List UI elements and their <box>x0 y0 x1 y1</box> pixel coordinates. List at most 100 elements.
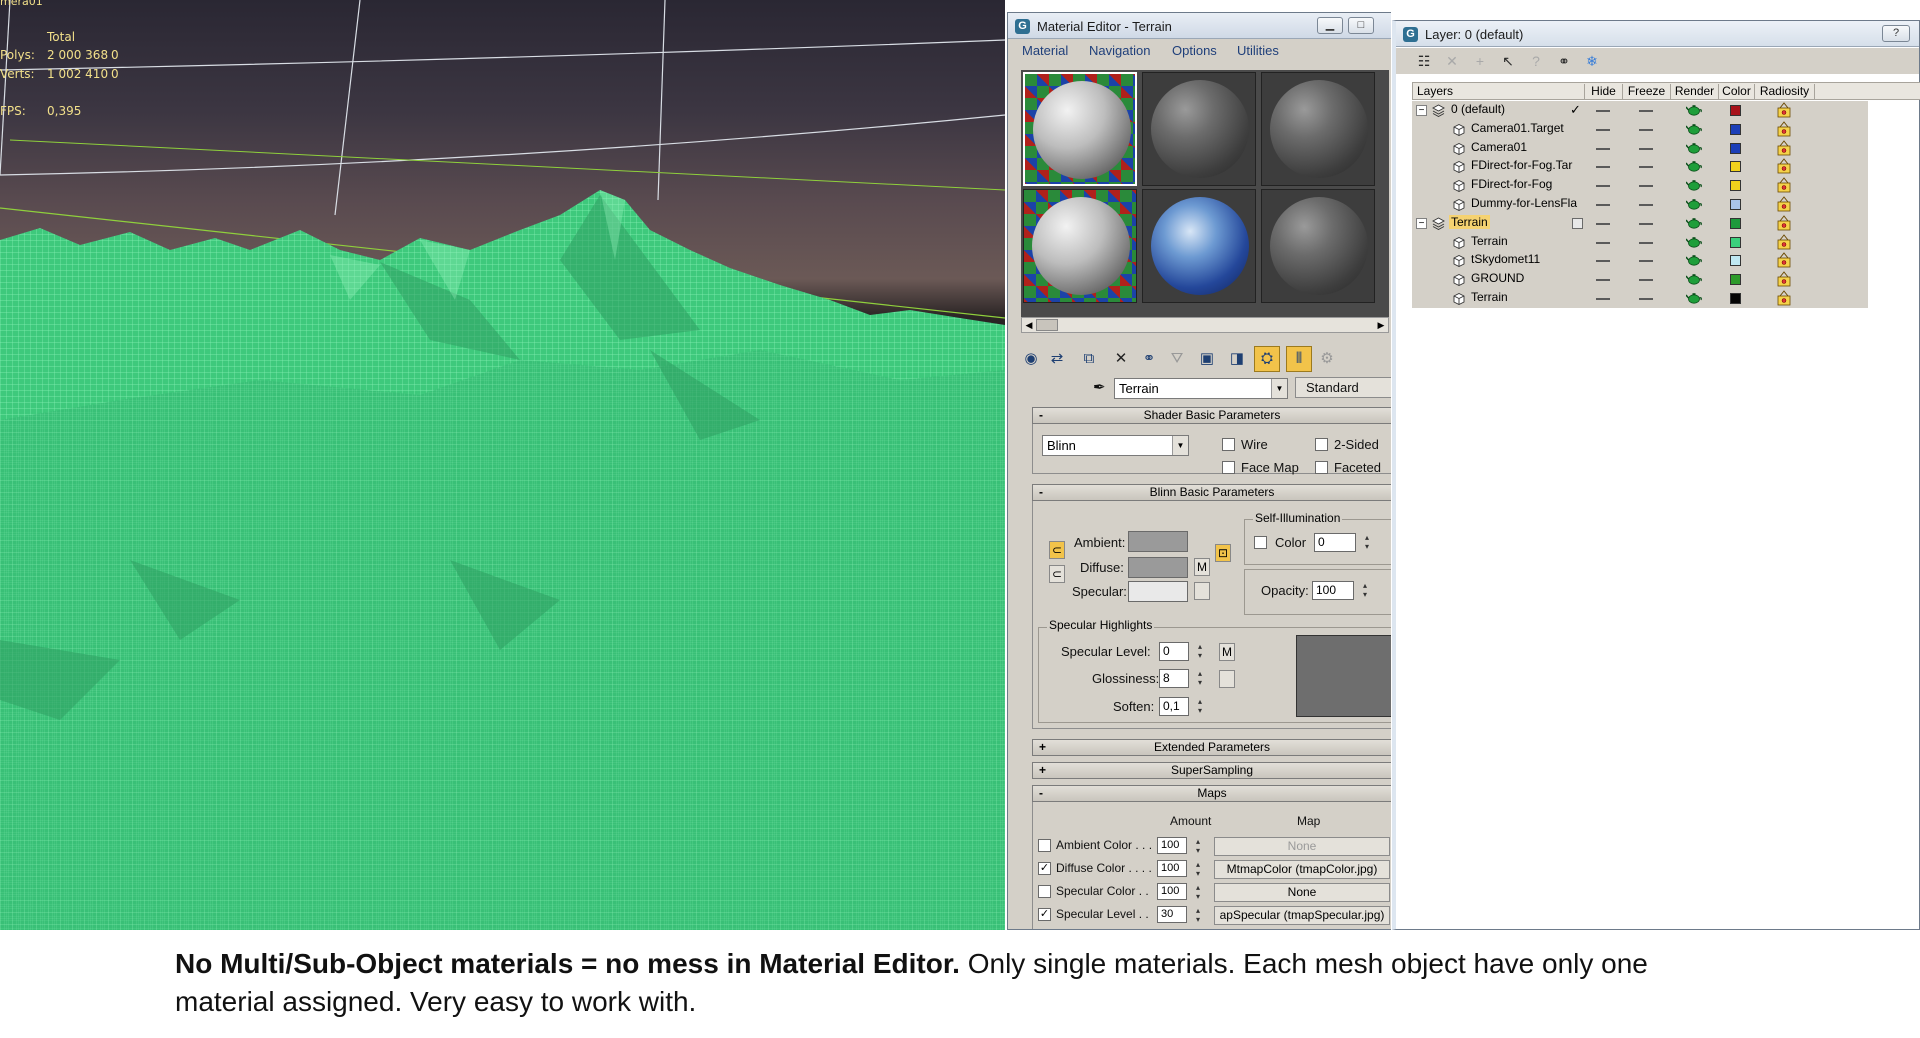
layer-object-row[interactable]: Terrain <box>1412 232 1868 252</box>
layer-row[interactable]: − 0 (default) ✓ <box>1412 101 1868 120</box>
wire-checkbox[interactable] <box>1222 438 1235 451</box>
teapot-icon[interactable] <box>1685 197 1702 210</box>
freeze-toggle[interactable] <box>1639 241 1653 244</box>
col-color[interactable]: Color <box>1719 84 1755 100</box>
hide-toggle[interactable] <box>1596 185 1610 188</box>
layer-name[interactable]: tSkydomet11 <box>1469 252 1542 266</box>
self-illum-spinner[interactable]: 0 <box>1314 533 1369 552</box>
teapot-icon[interactable] <box>1685 178 1702 191</box>
freeze-toggle[interactable] <box>1639 166 1653 169</box>
collapse-icon[interactable]: − <box>1416 105 1427 116</box>
layer-object-row[interactable]: Dummy-for-LensFla <box>1412 195 1868 214</box>
slots-scrollbar[interactable]: ◀ ▶ <box>1021 317 1389 333</box>
layer-object-row[interactable]: tSkydomet11 <box>1412 251 1868 271</box>
chevron-down-icon[interactable]: ▼ <box>1172 436 1188 455</box>
lock-specular-icon[interactable]: ⊂ <box>1049 565 1065 583</box>
diffuse-map-button[interactable]: M <box>1194 558 1210 576</box>
map-amount-spinner[interactable]: 100 <box>1157 883 1200 901</box>
layer-color-swatch[interactable] <box>1730 161 1741 173</box>
layer-name[interactable]: Terrain <box>1449 214 1490 229</box>
map-button[interactable]: None <box>1214 837 1390 856</box>
col-radiosity[interactable]: Radiosity <box>1755 84 1815 100</box>
layer-color-swatch[interactable] <box>1730 180 1741 192</box>
col-render[interactable]: Render <box>1671 84 1719 100</box>
freeze-toggle[interactable] <box>1639 222 1653 225</box>
pick-material-icon[interactable]: ✒ <box>1093 378 1106 396</box>
shader-rollout-header[interactable]: - Shader Basic Parameters <box>1032 407 1391 424</box>
self-illum-color-checkbox[interactable] <box>1254 536 1267 549</box>
layer-color-swatch[interactable] <box>1730 142 1741 154</box>
freeze-all-icon[interactable]: ❄ <box>1582 51 1602 71</box>
map-amount-spinner[interactable]: 30 <box>1157 906 1200 924</box>
create-layer-icon[interactable]: ☷ <box>1414 51 1434 71</box>
layer-color-swatch[interactable] <box>1730 105 1741 116</box>
layer-name[interactable]: 0 (default) <box>1449 102 1507 116</box>
map-enable-checkbox[interactable] <box>1038 839 1051 852</box>
radiosity-icon[interactable] <box>1776 252 1792 268</box>
freeze-toggle[interactable] <box>1639 128 1653 131</box>
soften-spinner[interactable]: 0,1 <box>1159 697 1202 716</box>
col-hide[interactable]: Hide <box>1585 84 1623 100</box>
delete-layer-icon[interactable]: ✕ <box>1442 51 1462 71</box>
hide-toggle[interactable] <box>1596 110 1610 112</box>
delete-icon[interactable]: ✕ <box>1108 346 1134 372</box>
hide-all-icon[interactable]: ⚭ <box>1554 51 1574 71</box>
col-freeze[interactable]: Freeze <box>1623 84 1671 100</box>
menu-utilities[interactable]: Utilities <box>1237 43 1279 58</box>
minimize-button[interactable]: ▁ <box>1317 17 1343 34</box>
hide-toggle[interactable] <box>1596 166 1610 169</box>
material-effects-icon[interactable]: ▣ <box>1194 346 1220 372</box>
teapot-icon[interactable] <box>1685 141 1702 154</box>
layer-name[interactable]: GROUND <box>1469 271 1526 285</box>
radiosity-icon[interactable] <box>1776 102 1792 118</box>
highlight-icon[interactable]: ? <box>1526 51 1546 71</box>
put-to-library-icon[interactable]: ⛛ <box>1164 346 1190 372</box>
lock-icon[interactable]: ⊡ <box>1215 544 1231 562</box>
radiosity-icon[interactable] <box>1776 120 1792 137</box>
opacity-spinner[interactable]: 100 <box>1312 581 1367 600</box>
teapot-icon[interactable] <box>1685 235 1702 248</box>
material-editor-titlebar[interactable]: G Material Editor - Terrain ▁ □ <box>1008 13 1391 39</box>
hide-toggle[interactable] <box>1596 241 1610 244</box>
teapot-icon[interactable] <box>1685 159 1702 172</box>
perspective-viewport[interactable]: mera01 Total Polys: 2 000 368 0 Verts: 1… <box>0 0 1005 930</box>
radiosity-icon[interactable] <box>1776 233 1792 250</box>
layer-name[interactable]: Terrain <box>1469 234 1510 248</box>
freeze-toggle[interactable] <box>1639 185 1653 188</box>
glossiness-spinner[interactable]: 8 <box>1159 669 1202 688</box>
ambient-color-swatch[interactable] <box>1128 531 1188 552</box>
layer-color-swatch[interactable] <box>1730 274 1741 286</box>
layer-row[interactable]: − Terrain <box>1412 213 1868 233</box>
layer-object-row[interactable]: FDirect-for-Fog.Tar <box>1412 157 1868 177</box>
freeze-toggle[interactable] <box>1639 147 1653 150</box>
radiosity-icon[interactable] <box>1776 196 1792 212</box>
extended-rollout-header[interactable]: + Extended Parameters <box>1032 739 1391 756</box>
layer-color-swatch[interactable] <box>1730 293 1741 304</box>
map-enable-checkbox[interactable] <box>1038 885 1051 898</box>
sample-slot-4[interactable] <box>1023 189 1137 303</box>
show-map-icon[interactable]: ◨ <box>1224 346 1250 372</box>
supersampling-rollout-header[interactable]: + SuperSampling <box>1032 762 1391 779</box>
sample-slot-3[interactable] <box>1261 72 1375 186</box>
scroll-right-icon[interactable]: ▶ <box>1374 318 1388 332</box>
menu-navigation[interactable]: Navigation <box>1089 43 1150 58</box>
blinn-rollout-header[interactable]: - Blinn Basic Parameters <box>1032 484 1391 501</box>
layer-name[interactable]: Terrain <box>1469 290 1510 304</box>
set-current-box[interactable] <box>1572 217 1583 229</box>
hide-toggle[interactable] <box>1596 128 1610 131</box>
freeze-toggle[interactable] <box>1639 110 1653 112</box>
diffuse-color-swatch[interactable] <box>1128 557 1188 578</box>
layer-name[interactable]: Dummy-for-LensFla <box>1469 196 1579 210</box>
layer-object-row[interactable]: Camera01 <box>1412 138 1868 158</box>
teapot-icon[interactable] <box>1685 291 1702 304</box>
current-layer-check-icon[interactable]: ✓ <box>1568 102 1583 118</box>
help-button[interactable]: ? <box>1882 25 1910 42</box>
layer-object-row[interactable]: GROUND <box>1412 270 1868 290</box>
layer-object-row[interactable]: Camera01.Target <box>1412 119 1868 139</box>
shader-combo[interactable]: Blinn ▼ <box>1042 435 1189 456</box>
radiosity-icon[interactable] <box>1776 158 1792 174</box>
collapse-icon[interactable]: − <box>1416 217 1427 229</box>
hide-toggle[interactable] <box>1596 279 1610 282</box>
material-name-combo[interactable]: Terrain ▼ <box>1114 378 1288 399</box>
map-button[interactable]: None <box>1214 883 1390 902</box>
